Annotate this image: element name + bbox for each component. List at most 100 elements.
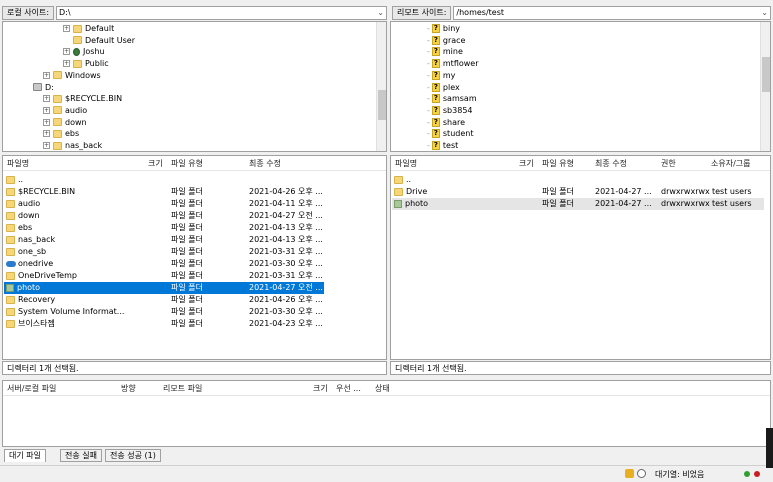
tree-item[interactable]: + Windows: [43, 70, 101, 82]
col-priority[interactable]: 우선 ...: [336, 382, 361, 396]
folder-icon: [6, 199, 15, 208]
tab-successful-transfers[interactable]: 전송 성공 (1): [105, 449, 161, 462]
file-row[interactable]: down 파일 폴더 2021-04-27 오전 ...: [4, 210, 374, 222]
expand-icon[interactable]: +: [43, 71, 50, 79]
file-row[interactable]: nas_back 파일 폴더 2021-04-13 오후 ...: [4, 234, 374, 246]
scroll-thumb[interactable]: [378, 90, 386, 120]
upload-indicator-icon: [744, 471, 750, 477]
tree-item[interactable]: + nas_back: [43, 140, 102, 151]
tree-item[interactable]: -? student: [427, 128, 473, 140]
local-file-list[interactable]: 파일명 크기 파일 유형 최종 수정 .. $RECYCLE.BIN 파일 폴더 20…: [2, 155, 387, 360]
tree-item[interactable]: + $RECYCLE.BIN: [43, 93, 122, 105]
tree-item[interactable]: -? grace: [427, 35, 465, 47]
scroll-thumb[interactable]: [762, 57, 770, 92]
file-name: $RECYCLE.BIN: [18, 187, 76, 196]
tree-item[interactable]: -? samsam: [427, 93, 477, 105]
tab-queued-files[interactable]: 대기 파일: [4, 449, 46, 462]
col-direction[interactable]: 방향: [121, 382, 136, 396]
expand-icon[interactable]: +: [63, 60, 70, 68]
file-row[interactable]: photo 파일 폴더 2021-04-27 오전 ...: [4, 282, 324, 294]
file-row[interactable]: Recovery 파일 폴더 2021-04-26 오후 ...: [4, 294, 374, 306]
tree-item-label: student: [442, 129, 474, 139]
file-row[interactable]: ..: [392, 174, 764, 186]
folder-icon: [53, 129, 62, 138]
expand-icon[interactable]: +: [43, 118, 50, 126]
file-modified: 2021-04-27 오전 ...: [249, 283, 323, 292]
expand-icon[interactable]: +: [43, 95, 50, 103]
file-name: onedrive: [18, 259, 54, 268]
remote-file-list[interactable]: 파일명 크기 파일 유형 최종 수정 권한 소유자/그룹 .. Drive 파일 폴…: [390, 155, 771, 360]
local-path-input[interactable]: D:\ ⌄: [56, 6, 387, 20]
tree-line: -: [427, 105, 430, 115]
file-row[interactable]: onedrive 파일 폴더 2021-03-30 오후 ...: [4, 258, 374, 270]
col-size[interactable]: 크기: [148, 157, 163, 171]
tree-item[interactable]: -? test: [427, 140, 458, 151]
expand-icon[interactable]: +: [43, 142, 50, 149]
tree-item-label: audio: [65, 105, 88, 115]
file-modified: 2021-04-13 오후 ...: [249, 223, 323, 232]
tree-line: -: [427, 47, 430, 57]
tree-item[interactable]: + Joshu: [63, 46, 105, 58]
expand-icon[interactable]: +: [43, 106, 50, 114]
file-type: 파일 폴더: [171, 235, 203, 244]
tree-item[interactable]: -? mtflower: [427, 58, 479, 70]
expand-icon[interactable]: +: [63, 25, 70, 32]
col-type[interactable]: 파일 유형: [171, 157, 203, 171]
file-row[interactable]: ..: [4, 174, 374, 186]
tree-item[interactable]: + Public: [63, 58, 109, 70]
col-remote-file[interactable]: 리모트 파일: [163, 382, 202, 396]
tree-item[interactable]: + ebs: [43, 128, 79, 140]
expand-icon[interactable]: +: [63, 48, 70, 56]
chevron-down-icon[interactable]: ⌄: [377, 7, 384, 19]
file-row[interactable]: ebs 파일 폴더 2021-04-13 오후 ...: [4, 222, 374, 234]
tree-line: -: [427, 82, 430, 92]
col-size[interactable]: 크기: [519, 157, 534, 171]
help-icon[interactable]: [637, 469, 646, 478]
file-row[interactable]: photo 파일 폴더 2021-04-27 ... drwxrwxrwx test u…: [392, 198, 764, 210]
tree-item[interactable]: + audio: [43, 105, 87, 117]
tree-item[interactable]: -? biny: [427, 23, 460, 35]
unknown-folder-icon: ?: [431, 59, 440, 69]
tree-line: -: [427, 94, 430, 104]
tab-failed-transfers[interactable]: 전송 실패: [60, 449, 102, 462]
col-filename[interactable]: 파일명: [7, 157, 29, 171]
col-type[interactable]: 파일 유형: [542, 157, 574, 171]
file-row[interactable]: 브이스타젬 파일 폴더 2021-04-23 오후 ...: [4, 318, 374, 330]
tree-item[interactable]: -? share: [427, 117, 465, 129]
file-row[interactable]: $RECYCLE.BIN 파일 폴더 2021-04-26 오후 ...: [4, 186, 374, 198]
file-row[interactable]: audio 파일 폴더 2021-04-11 오후 ...: [4, 198, 374, 210]
tree-item[interactable]: + Default: [63, 23, 114, 35]
tree-item[interactable]: -? plex: [427, 82, 460, 94]
local-status: 디렉터리 1개 선택됨.: [2, 361, 387, 375]
tree-item[interactable]: D:: [23, 82, 54, 94]
remote-path-input[interactable]: /homes/test ⌄: [453, 6, 771, 20]
chevron-down-icon[interactable]: ⌄: [761, 7, 768, 19]
file-row[interactable]: Drive 파일 폴더 2021-04-27 ... drwxrwxrwx test u…: [392, 186, 764, 198]
file-row[interactable]: OneDriveTemp 파일 폴더 2021-03-31 오후 ...: [4, 270, 374, 282]
transfer-queue[interactable]: 서버/로컬 파일 방향 리모트 파일 크기 우선 ... 상태: [2, 380, 771, 447]
file-modified: 2021-03-30 오후 ...: [249, 259, 323, 268]
col-size[interactable]: 크기: [313, 382, 328, 396]
col-state[interactable]: 상태: [375, 382, 390, 396]
tree-item[interactable]: Default User: [63, 35, 135, 47]
local-tree-scrollbar[interactable]: [376, 22, 386, 151]
folder-icon: [53, 71, 62, 80]
tree-item[interactable]: -? mine: [427, 46, 463, 58]
local-tree-pane[interactable]: + Default Default User + Joshu + Public + Window…: [2, 21, 387, 152]
tree-line: -: [427, 35, 430, 45]
file-row[interactable]: System Volume Informat... 파일 폴더 2021-03-30…: [4, 306, 374, 318]
folder-icon: [6, 307, 15, 316]
col-permissions[interactable]: 권한: [661, 157, 676, 171]
col-modified[interactable]: 최종 수정: [595, 157, 627, 171]
col-modified[interactable]: 최종 수정: [249, 157, 281, 171]
tree-item[interactable]: -? sb3854: [427, 105, 473, 117]
remote-tree-pane[interactable]: -? biny -? grace -? mine -? mtflower -? my -? plex -…: [390, 21, 771, 152]
remote-tree-scrollbar[interactable]: [760, 22, 770, 151]
expand-icon[interactable]: +: [43, 130, 50, 138]
file-row[interactable]: one_sb 파일 폴더 2021-03-31 오후 ...: [4, 246, 374, 258]
tree-item[interactable]: -? my: [427, 70, 455, 82]
tree-item[interactable]: + down: [43, 117, 87, 129]
col-owner[interactable]: 소유자/그룹: [711, 157, 751, 171]
col-server-file[interactable]: 서버/로컬 파일: [7, 382, 56, 396]
col-filename[interactable]: 파일명: [395, 157, 417, 171]
